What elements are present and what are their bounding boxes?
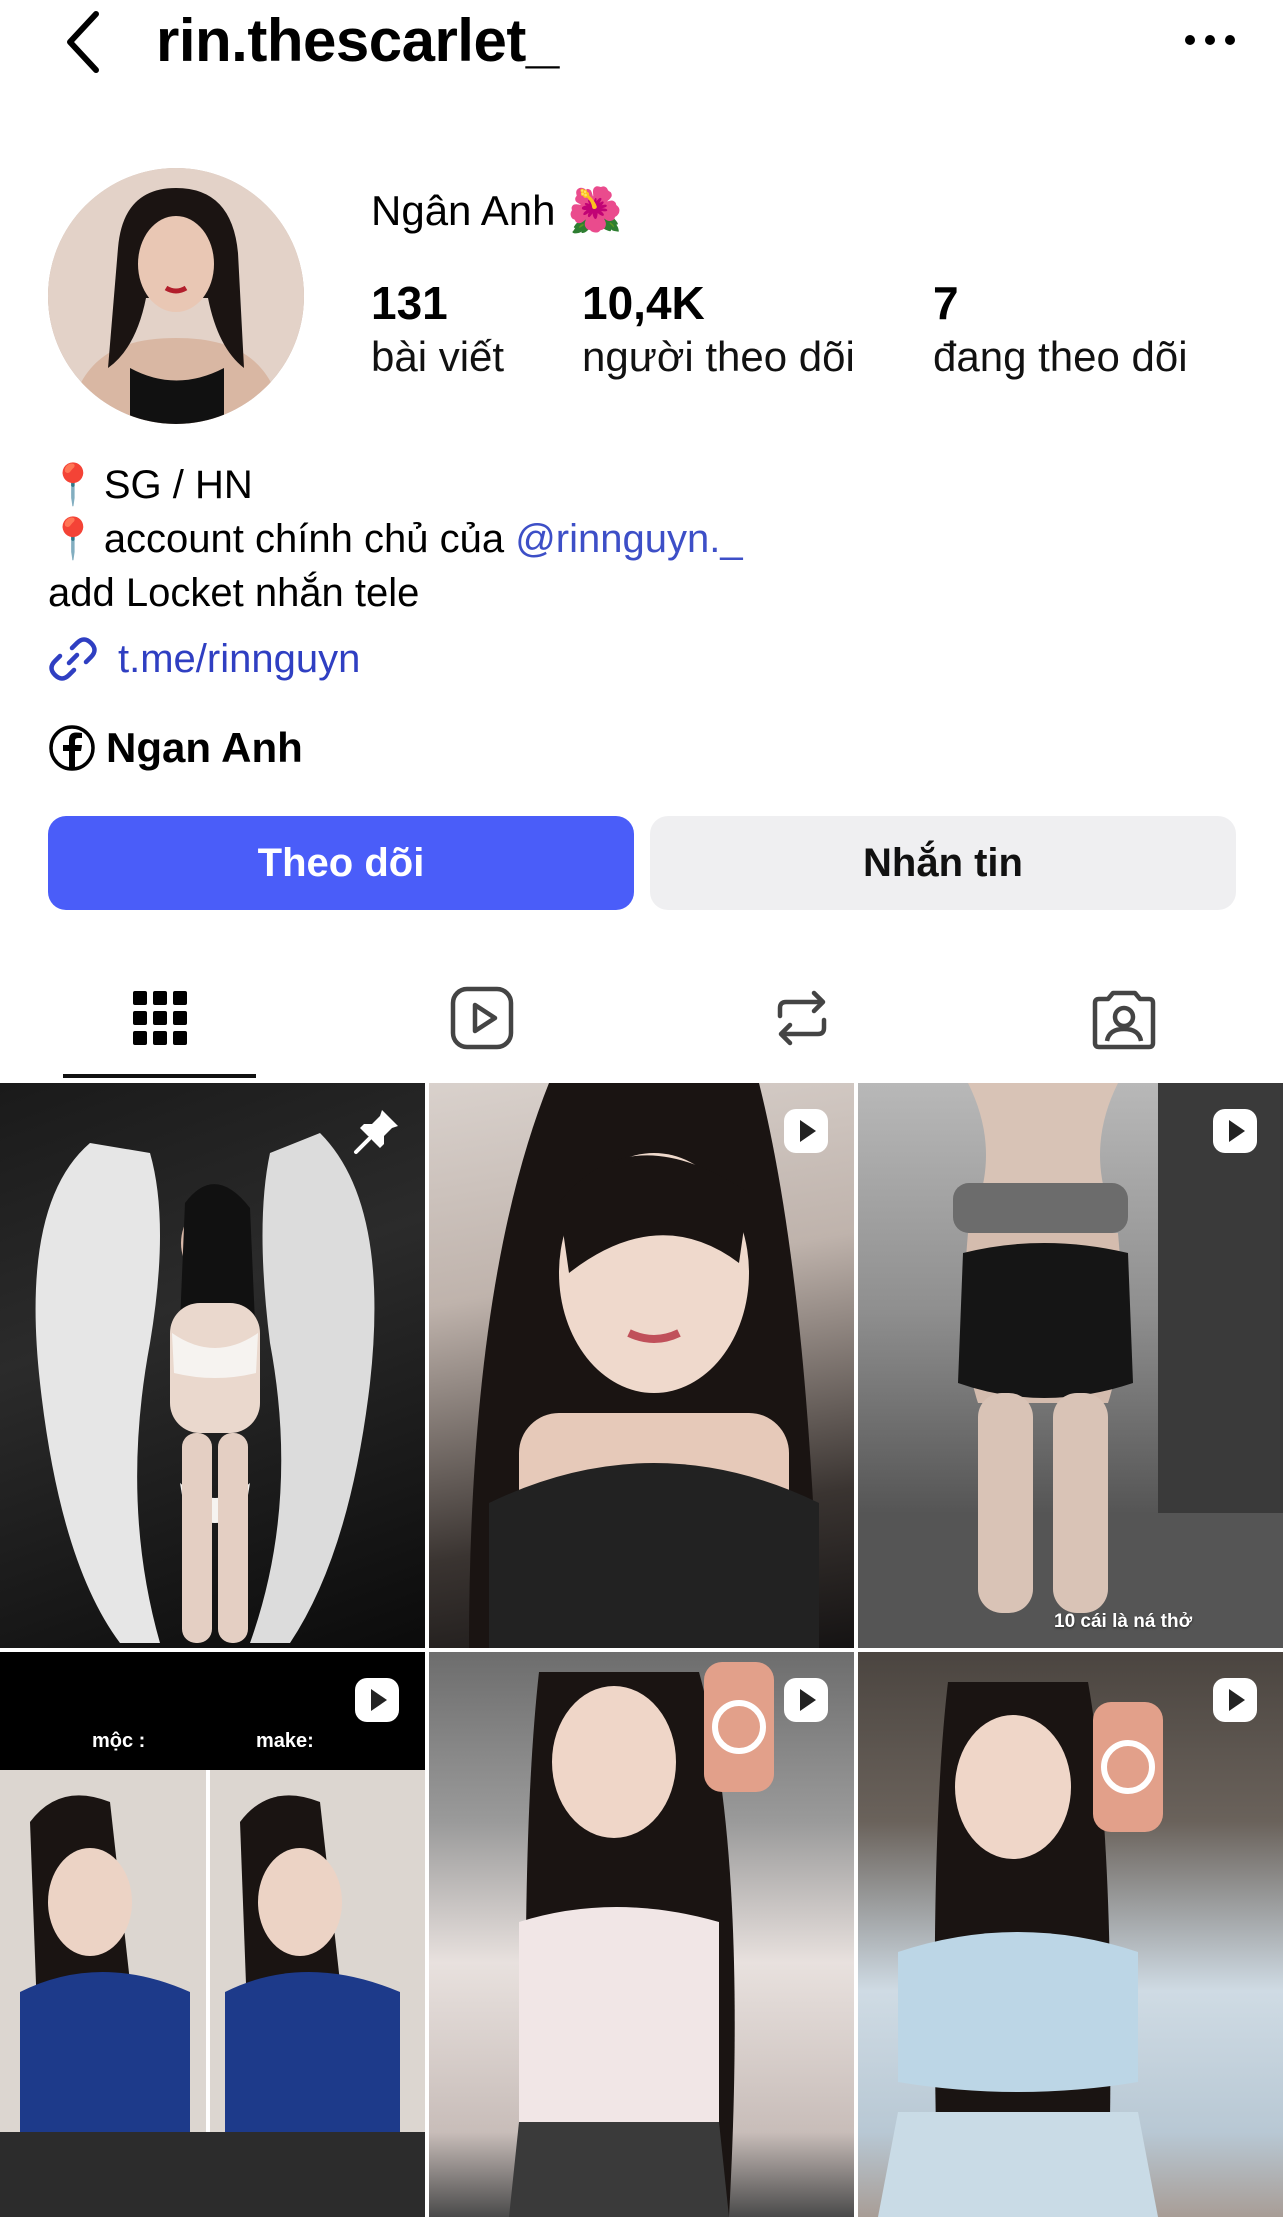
following-count-label: đang theo dõi <box>933 333 1188 380</box>
post-thumbnail <box>0 1652 425 2217</box>
hibiscus-emoji: 🌺 <box>567 186 623 235</box>
post-thumbnail <box>469 1083 819 1648</box>
profile-bio: 📍 SG / HN 📍 account chính chủ của @rinng… <box>48 458 1248 620</box>
post-thumbnail <box>509 1662 774 2217</box>
profile-avatar[interactable] <box>48 168 304 424</box>
more-horizontal-icon <box>1185 35 1235 45</box>
posts-count-label: bài viết <box>371 333 505 380</box>
tagged-icon <box>1092 990 1156 1050</box>
tab-reels[interactable] <box>382 960 582 1076</box>
reels-icon <box>450 986 514 1050</box>
link-icon <box>49 637 97 681</box>
avatar-image <box>48 168 304 424</box>
grid-icon <box>133 991 187 1045</box>
facebook-name: Ngan Anh <box>106 724 303 771</box>
reel-icon <box>1213 1678 1257 1722</box>
facebook-icon <box>49 725 95 771</box>
post-thumbnail <box>35 1133 375 1643</box>
tab-posts-grid[interactable] <box>60 960 260 1076</box>
post-tile[interactable] <box>429 1652 854 2217</box>
followers-count[interactable]: 10,4K người theo dõi <box>582 276 855 384</box>
chevron-left-icon <box>67 11 99 73</box>
posts-count[interactable]: 131 bài viết <box>371 276 504 384</box>
reel-icon <box>355 1678 399 1722</box>
post-tile[interactable]: 10 cái là ná thở <box>858 1083 1283 1648</box>
reel-badge <box>780 1105 832 1157</box>
post-thumbnail <box>858 1083 1283 1648</box>
pin-icon <box>354 1110 398 1154</box>
bio-mention-link[interactable]: @rinnguyn._ <box>515 512 742 566</box>
post-caption: 10 cái là ná thở <box>1054 1611 1193 1632</box>
active-tab-indicator <box>63 1074 256 1078</box>
reposts-icon <box>777 990 827 1046</box>
post-tile[interactable] <box>858 1652 1283 2217</box>
post-tile[interactable] <box>429 1083 854 1648</box>
posts-count-value: 131 <box>371 277 448 329</box>
more-options-button[interactable] <box>1178 22 1242 58</box>
profile-tabs <box>0 960 1284 1080</box>
bio-line-location: 📍 SG / HN <box>48 458 1248 512</box>
back-button[interactable] <box>52 2 112 82</box>
caption-left: mộc : <box>92 1730 146 1752</box>
follow-button[interactable]: Theo dõi <box>48 816 634 910</box>
post-tile[interactable] <box>0 1083 425 1648</box>
following-count-value: 7 <box>933 277 959 329</box>
reel-badge <box>780 1674 832 1726</box>
reel-icon <box>784 1678 828 1722</box>
reel-icon <box>784 1109 828 1153</box>
pin-icon: 📍 <box>48 463 98 507</box>
pin-icon: 📍 <box>48 517 98 561</box>
profile-username: rin.thescarlet_ <box>156 7 559 74</box>
post-thumbnail <box>878 1682 1163 2217</box>
message-button[interactable]: Nhắn tin <box>650 816 1236 910</box>
bio-locket-text: add Locket nhắn tele <box>48 571 420 615</box>
bio-account-text: account chính chủ của <box>103 517 516 561</box>
following-count[interactable]: 7 đang theo dõi <box>933 276 1188 384</box>
bio-location-text: SG / HN <box>103 463 253 507</box>
reel-icon <box>1213 1109 1257 1153</box>
followers-count-value: 10,4K <box>582 277 705 329</box>
pinned-badge <box>351 1105 403 1157</box>
tab-reposts[interactable] <box>702 960 902 1076</box>
external-link-text: t.me/rinnguyn <box>118 636 361 681</box>
bio-line-locket: add Locket nhắn tele <box>48 566 1248 620</box>
tab-tagged[interactable] <box>1024 960 1224 1076</box>
followers-count-label: người theo dõi <box>582 333 855 380</box>
reel-badge <box>1209 1105 1261 1157</box>
facebook-link[interactable]: Ngan Anh <box>48 724 303 772</box>
display-name: Ngân Anh 🌺 <box>371 186 622 236</box>
bio-line-account: 📍 account chính chủ của @rinnguyn._ <box>48 512 1248 566</box>
display-name-text: Ngân Anh <box>371 187 556 234</box>
external-link[interactable]: t.me/rinnguyn <box>48 634 360 684</box>
caption-right: make: <box>256 1730 314 1752</box>
reel-badge <box>351 1674 403 1726</box>
post-tile[interactable]: mộc : make: <box>0 1652 425 2217</box>
reel-badge <box>1209 1674 1261 1726</box>
profile-header: rin.thescarlet_ <box>0 0 1284 90</box>
